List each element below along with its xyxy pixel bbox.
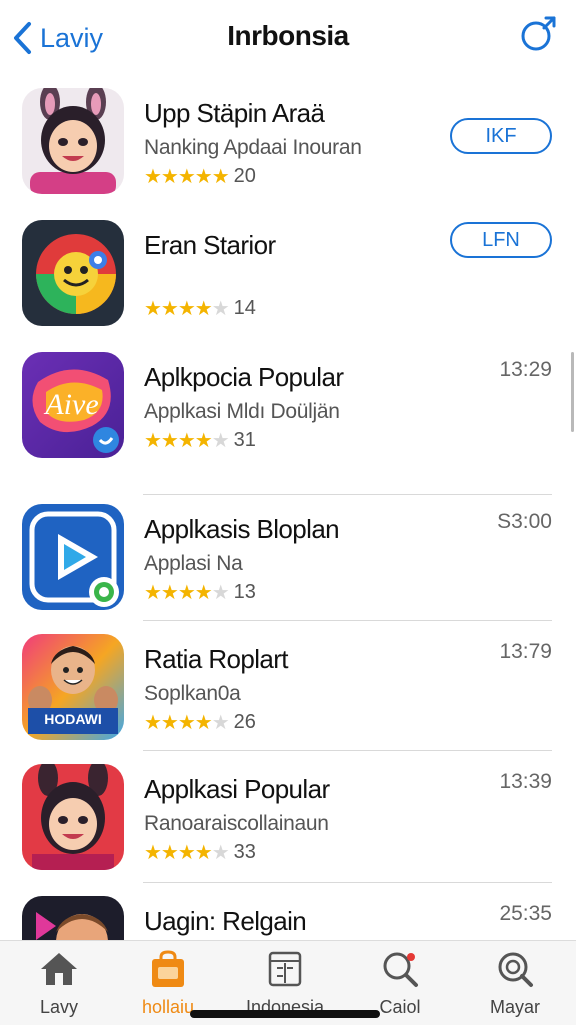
divider — [143, 494, 552, 495]
home-indicator[interactable] — [190, 1010, 380, 1018]
app-subtitle: Nanking Apdaai Inouran — [144, 136, 362, 159]
rating-count: 13 — [233, 581, 256, 603]
app-time: 13:79 — [499, 640, 552, 663]
svg-text:Aive: Aive — [43, 388, 98, 421]
tab-label: Mayar — [489, 997, 540, 1017]
divider — [143, 882, 552, 883]
app-time: S3:00 — [497, 510, 552, 533]
app-icon[interactable]: HODAWI — [22, 634, 124, 740]
tab-hollaiu[interactable]: hollaiu — [113, 949, 223, 1018]
app-row[interactable]: Uagin: Relgain 25:35 — [0, 888, 576, 940]
page-title: Inrbonsia — [227, 20, 349, 51]
star-rating-icon: ★★★★★ — [144, 430, 230, 452]
tab-label: Lavy — [39, 997, 79, 1017]
star-rating-icon: ★★★★★ — [144, 842, 230, 864]
bag-icon — [152, 950, 184, 987]
star-rating-icon: ★★★★★ — [144, 166, 230, 188]
search-icon — [498, 952, 533, 987]
star-rating-icon: ★★★★★ — [144, 712, 230, 734]
share-button[interactable] — [518, 14, 558, 54]
app-row[interactable]: HODAWI Ratia Roplart Soplkan0a ★★★★★ 26 … — [0, 626, 576, 756]
app-row[interactable]: Eran Starior ★★★★★ 14 LFN — [0, 212, 576, 342]
app-name: Uagin: Relgain — [144, 906, 307, 936]
tab-caiol[interactable]: Caiol — [345, 949, 455, 1018]
app-row[interactable]: Applkasis Bloplan Applasi Na ★★★★★ 13 S3… — [0, 496, 576, 626]
nav-header: Laviy Inrbonsia — [0, 0, 576, 76]
app-row[interactable]: Applkasi Popular Ranoaraiscollainaun ★★★… — [0, 756, 576, 886]
divider — [143, 750, 552, 751]
app-time: 25:35 — [499, 902, 552, 925]
tab-mayar[interactable]: Mayar — [460, 949, 570, 1018]
app-time: 13:39 — [499, 770, 552, 793]
app-subtitle: Soplkan0a — [144, 682, 241, 705]
rating-count: 26 — [233, 711, 256, 733]
app-rating: ★★★★★ 26 — [144, 710, 256, 735]
app-list[interactable]: Upp Stäpin Araä Nanking Apdaai Inouran ★… — [0, 76, 576, 940]
app-time: 13:29 — [499, 358, 552, 381]
search-icon — [383, 952, 418, 987]
rating-count: 31 — [233, 429, 256, 451]
app-row[interactable]: Upp Stäpin Araä Nanking Apdaai Inouran ★… — [0, 80, 576, 210]
app-rating: ★★★★★ 31 — [144, 428, 256, 453]
tab-indonesia[interactable]: Indonesia — [230, 949, 340, 1018]
app-icon[interactable] — [22, 896, 124, 940]
app-rating: ★★★★★ 20 — [144, 164, 256, 189]
get-button[interactable]: LFN — [450, 222, 552, 258]
get-button[interactable]: IKF — [450, 118, 552, 154]
scroll-indicator[interactable] — [571, 352, 574, 432]
app-rating: ★★★★★ 14 — [144, 296, 256, 321]
app-name: Aplkpocia Popular — [144, 362, 344, 392]
app-name: Upp Stäpin Araä — [144, 98, 325, 128]
app-rating: ★★★★★ 13 — [144, 580, 256, 605]
app-rating: ★★★★★ 33 — [144, 840, 256, 865]
app-subtitle: Ranoaraiscollainaun — [144, 812, 329, 835]
app-name: Eran Starior — [144, 230, 276, 260]
app-row[interactable]: Aive Aplkpocia Popular Applkasi Mldı Doü… — [0, 344, 576, 474]
star-rating-icon: ★★★★★ — [144, 298, 230, 320]
svg-text:HODAWI: HODAWI — [44, 711, 102, 727]
app-subtitle: Applkasi Mldı Doüljän — [144, 400, 340, 423]
divider — [143, 620, 552, 621]
rating-count: 33 — [233, 841, 256, 863]
rating-count: 20 — [233, 165, 256, 187]
app-icon[interactable] — [22, 88, 124, 194]
app-name: Applkasi Popular — [144, 774, 330, 804]
calendar-icon — [268, 951, 302, 987]
app-icon[interactable] — [22, 764, 124, 870]
rating-count: 14 — [233, 297, 256, 319]
app-icon[interactable]: Aive — [22, 352, 124, 458]
app-name: Ratia Roplart — [144, 644, 289, 674]
share-icon — [521, 16, 556, 51]
app-name: Applkasis Bloplan — [144, 514, 340, 544]
app-icon[interactable] — [22, 220, 124, 326]
app-icon[interactable] — [22, 504, 124, 610]
star-rating-icon: ★★★★★ — [144, 582, 230, 604]
home-icon — [41, 953, 77, 985]
app-subtitle: Applasi Na — [144, 552, 243, 575]
tab-lavy[interactable]: Lavy — [4, 949, 114, 1018]
